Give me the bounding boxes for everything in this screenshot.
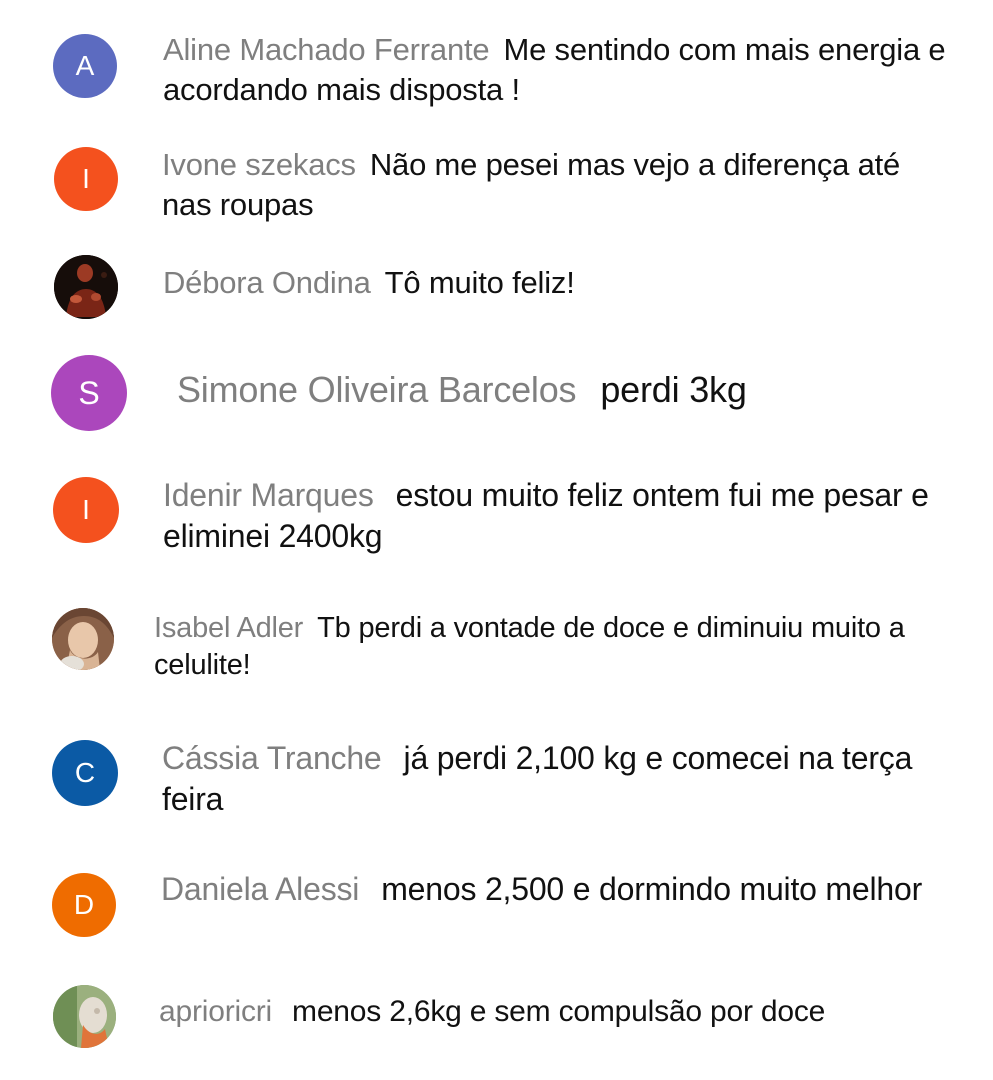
avatar-photo[interactable] (54, 255, 118, 319)
portrait-icon (54, 255, 118, 319)
avatar[interactable]: C (52, 740, 118, 806)
comment-body: Cássia Tranche já perdi 2,100 kg e comece… (162, 738, 937, 820)
comment-body: Idenir Marques estou muito feliz ontem fu… (163, 475, 943, 557)
comment-body: Isabel Adler Tb perdi a vontade de doce e… (154, 610, 944, 684)
avatar[interactable]: I (54, 147, 118, 211)
avatar[interactable]: I (53, 477, 119, 543)
avatar-letter: A (75, 50, 95, 81)
avatar-letter: I (82, 163, 90, 194)
comment-author[interactable]: Aline Machado Ferrante (163, 32, 490, 67)
avatar-letter: S (78, 374, 100, 411)
avatar[interactable]: A (53, 34, 117, 98)
avatar[interactable]: D (52, 873, 116, 937)
comment-author[interactable]: Idenir Marques (163, 477, 374, 513)
comment-author[interactable]: Débora Ondina (163, 265, 371, 300)
photo-icon (53, 985, 116, 1048)
comment-body: Aline Machado Ferrante Me sentindo com ma… (163, 30, 958, 109)
comment-body: aprioricri menos 2,6kg e sem compulsão po… (159, 993, 949, 1031)
avatar[interactable]: S (51, 355, 127, 431)
comment-author[interactable]: Daniela Alessi (161, 871, 359, 907)
comment-author[interactable]: aprioricri (159, 995, 272, 1028)
chat-comments-screen: { "comments": [ { "author": "Aline Macha… (0, 0, 993, 1080)
comment-body: Simone Oliveira Barcelos perdi 3kg (177, 367, 967, 413)
avatar-photo[interactable] (53, 985, 116, 1048)
comment-message: perdi 3kg (600, 369, 747, 410)
comment-body: Débora Ondina Tô muito feliz! (163, 263, 953, 303)
avatar-photo[interactable] (52, 608, 114, 670)
avatar-letter: D (73, 889, 95, 920)
comment-message: menos 2,6kg e sem compulsão por doce (292, 995, 826, 1028)
avatar-letter: C (74, 757, 96, 788)
comment-message: Tô muito feliz! (384, 265, 575, 300)
comment-author[interactable]: Isabel Adler (154, 612, 303, 644)
comment-body: Ivone szekacs Não me pesei mas vejo a dif… (162, 145, 952, 224)
comment-author[interactable]: Ivone szekacs (162, 147, 356, 182)
comment-body: Daniela Alessi menos 2,500 e dormindo mui… (161, 869, 931, 910)
portrait-icon (52, 608, 114, 670)
avatar-letter: I (82, 494, 90, 525)
comment-author[interactable]: Cássia Tranche (162, 740, 382, 776)
comment-message: menos 2,500 e dormindo muito melhor (381, 871, 923, 907)
comment-author[interactable]: Simone Oliveira Barcelos (177, 369, 577, 410)
